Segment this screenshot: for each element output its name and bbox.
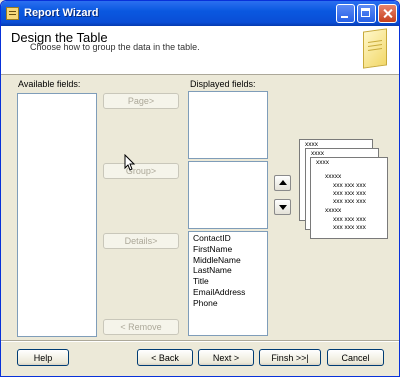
title-bar[interactable]: Report Wizard (1, 1, 399, 26)
preview-text: xxxx (316, 159, 329, 166)
window-title: Report Wizard (24, 7, 99, 19)
finish-button[interactable]: Finsh >>| (259, 349, 321, 366)
move-up-icon[interactable] (274, 175, 291, 191)
next-button[interactable]: Next > (198, 349, 254, 366)
preview-text: xxx xxx xxx (333, 190, 366, 197)
wizard-header: Design the Table Choose how to group the… (1, 26, 399, 75)
list-item[interactable]: EmailAddress (189, 287, 267, 298)
move-down-icon[interactable] (274, 199, 291, 215)
preview-text: xxxx (311, 150, 324, 157)
remove-button[interactable]: < Remove (103, 319, 179, 335)
list-item[interactable]: Title (189, 276, 267, 287)
preview-page-3: xxxx xxxxx xxx xxx xxx xxx xxx xxx xxx x… (310, 157, 388, 239)
preview-text: xxx xxx xxx (333, 224, 366, 231)
page-button[interactable]: Page> (103, 93, 179, 109)
list-item[interactable]: LastName (189, 265, 267, 276)
maximize-button[interactable] (357, 4, 376, 23)
footer-divider (1, 340, 399, 341)
available-fields-list[interactable] (17, 93, 97, 337)
report-page-icon (363, 28, 387, 69)
list-item[interactable]: Phone (189, 298, 267, 309)
preview-text: xxx xxx xxx (333, 182, 366, 189)
cancel-button[interactable]: Cancel (327, 349, 384, 366)
preview-text: xxxxx (325, 207, 342, 214)
details-fields-list[interactable]: ContactID FirstName MiddleName LastName Titl… (188, 231, 268, 336)
group-fields-list[interactable] (188, 161, 268, 229)
page-subtitle: Choose how to group the data in the tabl… (30, 42, 200, 52)
report-wizard-icon (6, 7, 19, 20)
layout-preview: xxxx xxxx xxxx xxxxx xxx xxx xxx xxx xxx… (299, 139, 389, 239)
close-button[interactable] (378, 4, 397, 23)
minimize-button[interactable] (336, 4, 355, 23)
details-button[interactable]: Details> (103, 233, 179, 249)
preview-text: xxxx (305, 141, 318, 148)
preview-text: xxxxx (325, 173, 342, 180)
list-item[interactable]: FirstName (189, 244, 267, 255)
displayed-fields-label: Displayed fields: (190, 79, 256, 89)
preview-text: xxx xxx xxx (333, 216, 366, 223)
page-fields-list[interactable] (188, 91, 268, 159)
list-item[interactable]: MiddleName (189, 255, 267, 266)
help-button[interactable]: Help (17, 349, 69, 366)
report-wizard-window: Report Wizard Design the Table Choose ho… (0, 0, 400, 377)
list-item[interactable]: ContactID (189, 233, 267, 244)
preview-text: xxx xxx xxx (333, 198, 366, 205)
available-fields-label: Available fields: (18, 79, 81, 89)
back-button[interactable]: < Back (137, 349, 193, 366)
group-button[interactable]: Group> (103, 163, 179, 179)
